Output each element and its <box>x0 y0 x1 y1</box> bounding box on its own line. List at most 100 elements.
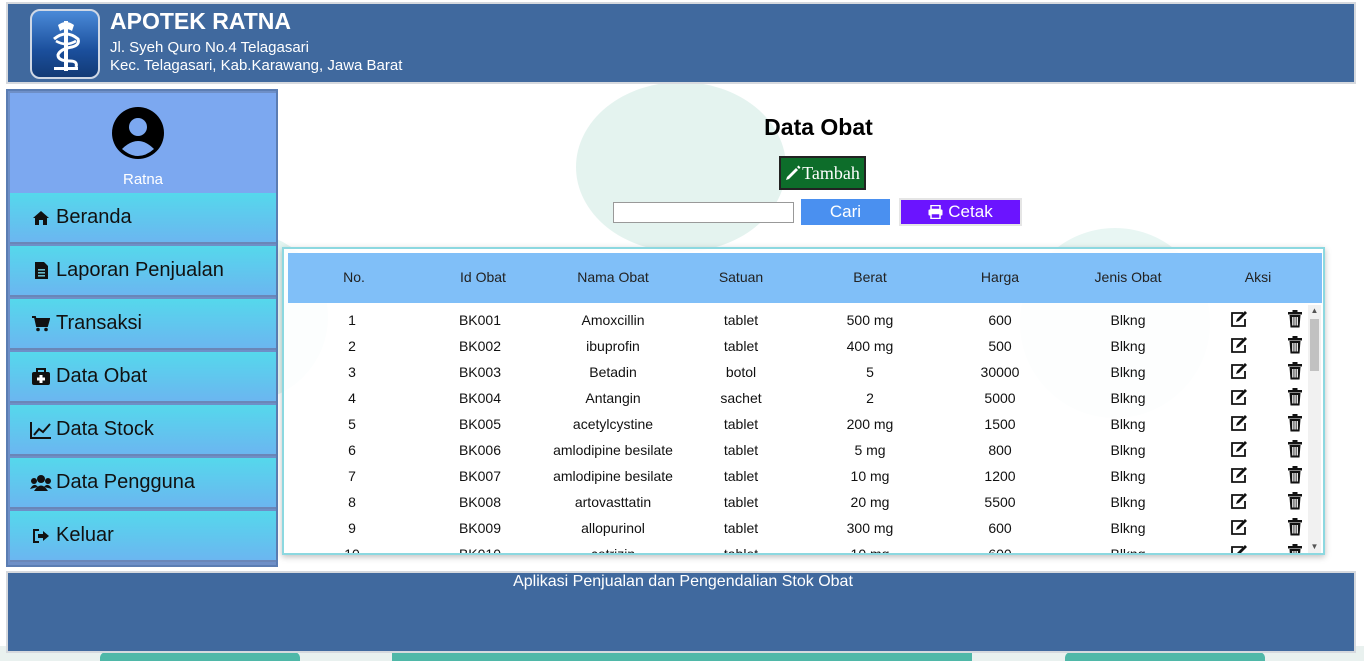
table-cell: tablet <box>723 468 759 484</box>
table-cell: 30000 <box>980 364 1020 380</box>
add-button[interactable]: Tambah <box>779 156 866 190</box>
sidebar-item-data-obat[interactable]: Data Obat <box>10 352 276 403</box>
table-cell: Blkng <box>1110 520 1146 536</box>
table-cell: 400 mg <box>846 338 894 354</box>
app-footer: Aplikasi Penjualan dan Pengendalian Stok… <box>6 571 1356 653</box>
sign-out-icon <box>30 528 52 544</box>
sidebar: Ratna Beranda Laporan Penjualan Transaks… <box>6 89 278 567</box>
column-header-jenis-obat: Jenis Obat <box>1094 269 1162 285</box>
page-title: Data Obat <box>764 114 873 140</box>
trash-icon[interactable] <box>1287 388 1307 408</box>
edit-icon[interactable] <box>1230 492 1250 512</box>
chart-line-icon <box>30 421 52 439</box>
column-header-satuan: Satuan <box>718 269 764 285</box>
trash-icon[interactable] <box>1287 310 1307 330</box>
table-cell: 600 <box>988 312 1012 328</box>
table-cell: tablet <box>723 442 759 458</box>
sidebar-item-data-stock[interactable]: Data Stock <box>10 405 276 456</box>
app-header: APOTEK RATNA Jl. Syeh Quro No.4 Telagasa… <box>6 2 1356 84</box>
trash-icon[interactable] <box>1287 544 1307 553</box>
table-cell: 10 <box>332 546 372 553</box>
table-cell: 300 mg <box>846 520 894 536</box>
table-cell: amlodipine besilate <box>553 468 673 484</box>
table-cell: 10 mg <box>830 546 910 553</box>
search-button[interactable]: Cari <box>801 199 890 225</box>
edit-icon[interactable] <box>1230 336 1250 356</box>
trash-icon[interactable] <box>1287 492 1307 512</box>
search-input[interactable] <box>613 202 794 223</box>
trash-icon[interactable] <box>1287 466 1307 486</box>
edit-icon[interactable] <box>1230 362 1250 382</box>
table-cell: BK009 <box>458 520 502 536</box>
table-cell: amlodipine besilate <box>553 442 673 458</box>
table-cell: tablet <box>723 520 759 536</box>
table-row: 5 BK005 acetylcystine tablet 200 mg 1500 Blkng <box>288 411 1308 437</box>
scroll-up-arrow[interactable]: ▲ <box>1308 305 1321 317</box>
trash-icon[interactable] <box>1287 440 1307 460</box>
sidebar-item-label: Beranda <box>56 206 132 228</box>
background-decoration <box>100 652 300 661</box>
user-profile: Ratna <box>10 93 276 193</box>
table-cell: 5000 <box>984 390 1016 406</box>
column-header-harga: Harga <box>980 269 1020 285</box>
table-cell: Antangin <box>585 390 641 406</box>
trash-icon[interactable] <box>1287 362 1307 382</box>
sidebar-item-transaksi[interactable]: Transaksi <box>10 299 276 350</box>
add-button-label: Tambah <box>802 162 860 183</box>
table-row: 4 BK004 Antangin sachet 2 5000 Blkng <box>288 385 1308 411</box>
table-cell: 5 <box>866 364 874 380</box>
table-cell: 6 <box>348 442 356 458</box>
file-icon <box>30 261 52 280</box>
table-cell: tablet <box>701 546 781 553</box>
scroll-down-arrow[interactable]: ▼ <box>1308 541 1321 553</box>
print-icon <box>928 205 943 219</box>
sidebar-item-keluar[interactable]: Keluar <box>10 511 276 562</box>
table-cell: tablet <box>723 338 759 354</box>
table-cell: BK004 <box>458 390 502 406</box>
sidebar-item-label: Data Pengguna <box>56 471 196 493</box>
print-button[interactable]: Cetak <box>899 198 1022 226</box>
brand-name: APOTEK RATNA <box>110 8 292 34</box>
edit-icon[interactable] <box>1230 440 1250 460</box>
table-cell: BK010 <box>440 546 520 553</box>
edit-icon[interactable] <box>1230 466 1250 486</box>
scroll-thumb[interactable] <box>1310 319 1319 371</box>
table-row: 6 BK006 amlodipine besilate tablet 5 mg 800 Bl… <box>288 437 1308 463</box>
edit-icon[interactable] <box>1230 414 1250 434</box>
table-cell: 200 mg <box>846 416 894 432</box>
address-line-1: Jl. Syeh Quro No.4 Telagasari <box>110 39 309 56</box>
table-cell: Blkng <box>1110 468 1146 484</box>
sidebar-item-data-pengguna[interactable]: Data Pengguna <box>10 458 276 509</box>
table-cell: 1500 <box>984 416 1016 432</box>
table-cell: 500 <box>988 338 1012 354</box>
table-cell: BK008 <box>458 494 502 510</box>
table-cell: allopurinol <box>581 520 645 536</box>
table-cell: botol <box>725 364 757 380</box>
footer-text: Aplikasi Penjualan dan Pengendalian Stok… <box>513 573 853 590</box>
table-cell: Blkng <box>1110 494 1146 510</box>
table-cell: artovasttatin <box>574 494 652 510</box>
sidebar-item-beranda[interactable]: Beranda <box>10 193 276 244</box>
edit-icon[interactable] <box>1230 388 1250 408</box>
table-cell: BK002 <box>458 338 502 354</box>
trash-icon[interactable] <box>1287 336 1307 356</box>
table-cell: 600 <box>960 546 1040 553</box>
trash-icon[interactable] <box>1287 414 1307 434</box>
table-cell: Blkng <box>1078 546 1178 553</box>
background-decoration <box>1065 652 1265 661</box>
table-cell: BK003 <box>458 364 502 380</box>
table-cell: Blkng <box>1110 364 1146 380</box>
table-scrollbar[interactable]: ▲ ▼ <box>1308 305 1321 553</box>
background-pills-decoration <box>576 82 786 252</box>
sidebar-item-laporan-penjualan[interactable]: Laporan Penjualan <box>10 246 276 297</box>
home-icon <box>30 210 52 226</box>
edit-icon[interactable] <box>1230 544 1250 553</box>
trash-icon[interactable] <box>1287 518 1307 538</box>
table-cell: cetrizin <box>533 546 693 553</box>
table-cell: 4 <box>348 390 356 406</box>
edit-icon[interactable] <box>1230 518 1250 538</box>
edit-icon[interactable] <box>1230 310 1250 330</box>
sidebar-item-label: Keluar <box>56 524 114 546</box>
table-cell: tablet <box>723 494 759 510</box>
sidebar-item-label: Laporan Penjualan <box>56 259 224 281</box>
